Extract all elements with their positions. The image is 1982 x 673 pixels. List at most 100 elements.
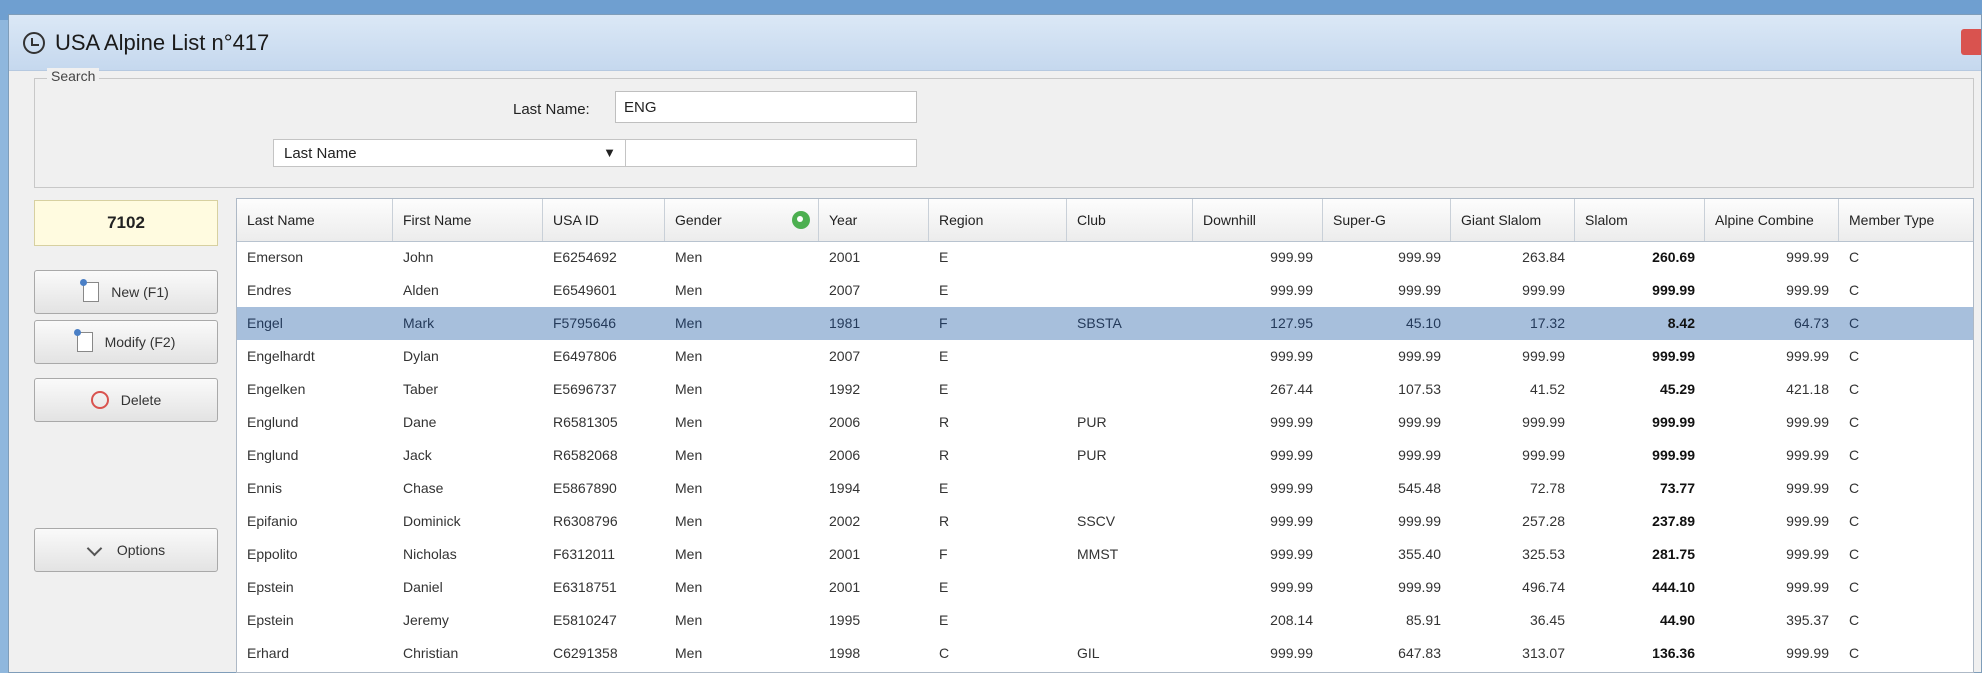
column-header[interactable]: Slalom [1575,199,1705,241]
column-header[interactable]: Member Type [1839,199,1973,241]
search-value-input[interactable] [625,139,917,167]
table-cell [1067,274,1193,307]
new-button-label: New (F1) [111,284,169,300]
delete-button[interactable]: Delete [34,378,218,422]
table-cell: 257.28 [1522,513,1565,529]
table-row[interactable]: Ennis Chase E5867890 Men 1994 E 999.99 545.48 72… [237,472,1973,505]
new-button[interactable]: New (F1) [34,270,218,314]
table-cell: Dane [403,414,437,430]
table-cell: 999.99 [1786,579,1829,595]
table-cell: 136.36 [1652,645,1695,661]
table-cell: C [1849,348,1860,364]
table-cell: 127.95 [1270,315,1313,331]
table-cell: R6582068 [553,447,618,463]
table-cell: Men [675,579,703,595]
modify-button[interactable]: Modify (F2) [34,320,218,364]
table-cell: C [1849,249,1860,265]
table-cell: 313.07 [1522,645,1565,661]
search-field-select[interactable]: Last Name ▼ [273,139,629,167]
table-row[interactable]: Epifanio Dominick R6308796 Men 2002 R SSCV 999.… [237,505,1973,538]
table-cell: 999.99 [1522,348,1565,364]
sort-refresh-icon[interactable] [792,211,810,229]
table-cell: 2002 [829,513,861,529]
table-cell: 444.10 [1652,579,1695,595]
table-cell: 999.99 [1398,282,1441,298]
clock-icon [23,31,45,54]
table-row[interactable]: Epstein Daniel E6318751 Men 2001 E 999.99 999.9… [237,571,1973,604]
table-cell: 999.99 [1270,414,1313,430]
grid-header: Last Name First Name USA ID Gender Year Regio… [237,199,1973,242]
column-header[interactable]: Region [929,199,1067,241]
table-cell: E [939,282,949,298]
column-header[interactable]: First Name [393,199,543,241]
last-name-input[interactable] [615,91,917,123]
column-header[interactable]: Alpine Combine [1705,199,1839,241]
column-header[interactable]: Super-G [1323,199,1451,241]
table-cell: 496.74 [1522,579,1565,595]
table-cell: 999.99 [1270,579,1313,595]
table-cell: 1998 [829,645,861,661]
table-cell: 208.14 [1270,612,1313,628]
column-header[interactable]: Year [819,199,929,241]
table-cell: 999.99 [1522,414,1565,430]
close-button[interactable] [1961,29,1981,55]
new-document-icon [80,279,100,302]
column-header[interactable]: Club [1067,199,1193,241]
table-cell: C [1849,414,1860,430]
table-cell: 325.53 [1522,546,1565,562]
table-cell: 85.91 [1405,612,1441,628]
table-cell: E6254692 [553,249,617,265]
table-row[interactable]: Englund Dane R6581305 Men 2006 R PUR 999.99 999.… [237,406,1973,439]
column-header[interactable]: USA ID [543,199,665,241]
results-grid[interactable]: Last Name First Name USA ID Gender Year Regio… [236,198,1974,673]
table-cell: Engelhardt [247,348,315,364]
table-row[interactable]: Epstein Jeremy E5810247 Men 1995 E 208.14 85.91… [237,604,1973,637]
table-cell: Men [675,315,703,331]
table-cell: 73.77 [1659,480,1695,496]
column-header[interactable]: Last Name [237,199,393,241]
table-cell: 2007 [829,282,861,298]
table-row[interactable]: Emerson John E6254692 Men 2001 E 999.99 999.99 2… [237,241,1973,274]
table-cell: R [939,447,950,463]
table-cell: Men [675,249,703,265]
table-cell: E [939,381,949,397]
table-row[interactable]: Engelken Taber E5696737 Men 1992 E 267.44 107.5… [237,373,1973,406]
table-cell: 999.99 [1786,249,1829,265]
table-cell: 999.99 [1786,480,1829,496]
modify-document-icon [73,329,93,352]
table-cell: 999.99 [1270,480,1313,496]
table-cell: C [1849,579,1860,595]
search-group: Search Last Name: Last Name ▼ [34,68,1974,188]
table-row[interactable]: Engelhardt Dylan E6497806 Men 2007 E 999.99 999… [237,340,1973,373]
table-cell: 17.32 [1529,315,1565,331]
table-cell: Emerson [247,249,304,265]
table-cell: PUR [1077,414,1107,430]
delete-button-label: Delete [120,392,162,408]
title-bar: USA Alpine List n°417 [9,15,1981,71]
table-cell: Men [675,480,703,496]
options-button[interactable]: Options [34,528,218,572]
table-row[interactable]: Erhard Christian C6291358 Men 1998 C GIL 999.99… [237,637,1973,670]
record-count: 7102 [34,200,218,246]
table-row[interactable]: Engel Mark F5795646 Men 1981 F SBSTA 127.95 45.1… [237,307,1973,340]
table-cell: 1981 [829,315,861,331]
column-header[interactable]: Downhill [1193,199,1323,241]
column-header[interactable]: Giant Slalom [1451,199,1575,241]
table-row[interactable]: Endres Alden E6549601 Men 2007 E 999.99 999.99 9… [237,274,1973,307]
table-row[interactable]: Eppolito Nicholas F6312011 Men 2001 F MMST 999.… [237,538,1973,571]
table-cell: E5696737 [553,381,617,397]
table-row[interactable]: Englund Jack R6582068 Men 2006 R PUR 999.99 999.… [237,439,1973,472]
table-cell: F [939,315,948,331]
table-cell: 1992 [829,381,861,397]
table-cell: 999.99 [1270,513,1313,529]
table-cell: Men [675,282,703,298]
table-cell: Engel [247,315,283,331]
table-cell: 2007 [829,348,861,364]
table-cell: 999.99 [1522,282,1565,298]
table-cell: R6308796 [553,513,618,529]
table-cell: 2001 [829,579,861,595]
table-cell: 545.48 [1398,480,1441,496]
table-cell: 355.40 [1398,546,1441,562]
column-header[interactable]: Gender [665,199,819,241]
table-cell: Eppolito [247,546,298,562]
